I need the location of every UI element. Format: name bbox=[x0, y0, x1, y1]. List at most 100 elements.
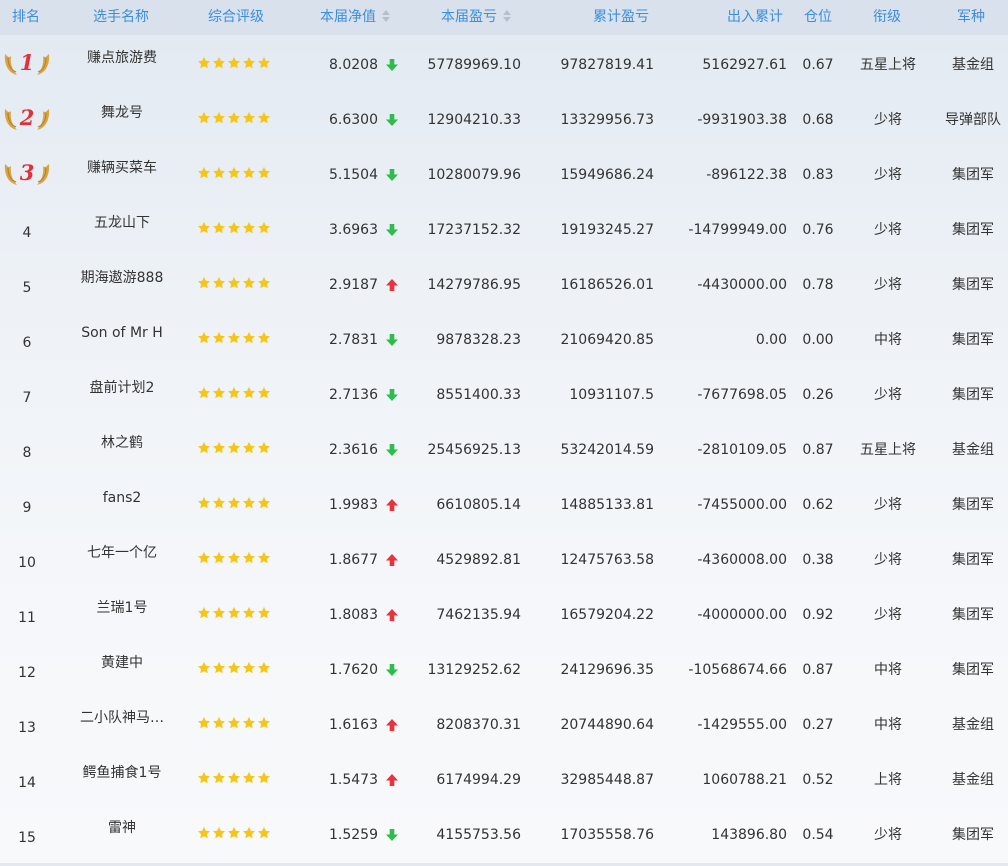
player-name[interactable]: 盘前计划2 bbox=[62, 361, 182, 416]
table-row[interactable]: 8 林之鹤 2.3616 25456925.13 53242014.59 -2810109… bbox=[0, 422, 1008, 477]
player-name[interactable]: 五龙山下 bbox=[62, 196, 182, 251]
col-title-header: 衔级 bbox=[873, 9, 901, 25]
rank-value: 3 bbox=[19, 160, 35, 185]
star-icon bbox=[197, 770, 212, 786]
player-name[interactable]: fans2 bbox=[62, 471, 182, 526]
player-name[interactable]: Son of Mr H bbox=[62, 306, 182, 361]
corps-value: 集团军 bbox=[952, 277, 994, 293]
player-name[interactable]: 赚辆买菜车 bbox=[62, 141, 182, 196]
star-icon bbox=[197, 165, 212, 181]
title-value: 少将 bbox=[874, 827, 902, 843]
player-name[interactable]: 舞龙号 bbox=[62, 86, 182, 141]
col-net-flow-header: 出入累计 bbox=[727, 9, 783, 25]
star-icon bbox=[257, 220, 272, 236]
rank-value: 13 bbox=[18, 720, 36, 736]
title-value: 五星上将 bbox=[860, 57, 916, 73]
rating-stars bbox=[197, 476, 275, 531]
player-name[interactable]: 鳄鱼捕食1号 bbox=[62, 746, 182, 801]
corps-value: 基金组 bbox=[952, 442, 994, 458]
rank-value: 11 bbox=[18, 610, 36, 626]
current-pnl-value: 12904210.33 bbox=[427, 112, 521, 128]
net-flow-value: -2810109.05 bbox=[697, 442, 787, 458]
player-name[interactable]: 二小队神马… bbox=[62, 691, 182, 746]
player-name[interactable]: 林之鹤 bbox=[62, 416, 182, 471]
rating-stars bbox=[197, 586, 275, 641]
player-name[interactable]: 赚点旅游费 bbox=[62, 31, 182, 86]
table-row[interactable]: 12 黄建中 1.7620 13129252.62 24129696.35 -105686… bbox=[0, 642, 1008, 697]
table-row[interactable]: 9 fans2 1.9983 6610805.14 14885133.81 -745500… bbox=[0, 477, 1008, 532]
star-icon bbox=[242, 550, 257, 566]
position-value: 0.54 bbox=[802, 827, 834, 843]
rank-value: 5 bbox=[22, 280, 32, 296]
cumulative-pnl-value: 12475763.58 bbox=[560, 552, 654, 568]
col-nav-header[interactable]: 本届净值 bbox=[320, 0, 390, 35]
table-row[interactable]: 10 七年一个亿 1.8677 4529892.81 12475763.58 -43600… bbox=[0, 532, 1008, 587]
table-row[interactable]: 11 兰瑞1号 1.8083 7462135.94 16579204.22 -400000… bbox=[0, 587, 1008, 642]
rating-stars bbox=[197, 751, 275, 806]
player-name[interactable]: 七年一个亿 bbox=[62, 526, 182, 581]
corps-value: 集团军 bbox=[952, 552, 994, 568]
star-icon bbox=[242, 495, 257, 511]
table-row[interactable]: 7 盘前计划2 2.7136 8551400.33 10931107.5 -7677698… bbox=[0, 367, 1008, 422]
table-row[interactable]: 2 舞龙号 6.6300 12904210.33 13329956.73 -9931903… bbox=[0, 92, 1008, 147]
current-pnl-value: 17237152.32 bbox=[427, 222, 521, 238]
cumulative-pnl-value: 16186526.01 bbox=[560, 277, 654, 293]
table-row[interactable]: 15 雷神 1.5259 4155753.56 17035558.76 143896.80… bbox=[0, 807, 1008, 862]
title-value: 少将 bbox=[874, 552, 902, 568]
current-pnl-value: 13129252.62 bbox=[427, 662, 521, 678]
table-row[interactable]: 3 赚辆买菜车 5.1504 10280079.96 15949686.24 -89612… bbox=[0, 147, 1008, 202]
rank-value: 15 bbox=[18, 830, 36, 846]
current-pnl-value: 8208370.31 bbox=[436, 717, 521, 733]
table-row[interactable]: 13 二小队神马… 1.6163 8208370.31 20744890.64 -1429… bbox=[0, 697, 1008, 752]
cumulative-pnl-value: 24129696.35 bbox=[560, 662, 654, 678]
star-icon bbox=[197, 825, 212, 841]
net-flow-value: 0.00 bbox=[755, 332, 787, 348]
arrow-down-icon bbox=[385, 313, 401, 368]
player-name[interactable]: 黄建中 bbox=[62, 636, 182, 691]
table-row[interactable]: 1 赚点旅游费 8.0208 57789969.10 97827819.41 516292… bbox=[0, 37, 1008, 92]
corps-value: 集团军 bbox=[952, 167, 994, 183]
star-icon bbox=[242, 220, 257, 236]
arrow-up-icon bbox=[385, 698, 401, 753]
table-row[interactable]: 6 Son of Mr H 2.7831 9878328.23 21069420.85 0… bbox=[0, 312, 1008, 367]
player-name[interactable]: 期海遨游888 bbox=[62, 251, 182, 306]
rank-cell: 13 bbox=[0, 701, 54, 756]
star-icon bbox=[212, 330, 227, 346]
sort-icon[interactable] bbox=[503, 10, 511, 22]
star-icon bbox=[212, 165, 227, 181]
star-icon bbox=[242, 660, 257, 676]
table-row[interactable]: 4 五龙山下 3.6963 17237152.32 19193245.27 -147999… bbox=[0, 202, 1008, 257]
net-flow-value: 1060788.21 bbox=[702, 772, 787, 788]
table-row[interactable]: 14 鳄鱼捕食1号 1.5473 6174994.29 32985448.87 10607… bbox=[0, 752, 1008, 807]
star-icon bbox=[227, 55, 242, 71]
cumulative-pnl-value: 13329956.73 bbox=[560, 112, 654, 128]
rating-stars bbox=[197, 421, 275, 476]
star-icon bbox=[257, 440, 272, 456]
rating-stars bbox=[197, 806, 275, 861]
col-current-pnl-header[interactable]: 本届盈亏 bbox=[441, 0, 511, 35]
rank-medal-icon: 3 bbox=[2, 158, 52, 188]
arrow-up-icon bbox=[385, 588, 401, 643]
nav-value: 1.8677 bbox=[329, 552, 378, 568]
rank-cell: 11 bbox=[0, 591, 54, 646]
arrow-down-icon bbox=[385, 423, 401, 478]
star-icon bbox=[242, 825, 257, 841]
current-pnl-value: 10280079.96 bbox=[427, 167, 521, 183]
arrow-down-icon bbox=[385, 203, 401, 258]
rank-cell: 9 bbox=[0, 481, 54, 536]
net-flow-value: -4000000.00 bbox=[697, 607, 787, 623]
sort-icon[interactable] bbox=[382, 10, 390, 22]
star-icon bbox=[212, 660, 227, 676]
rank-cell: 5 bbox=[0, 261, 54, 316]
player-name[interactable]: 兰瑞1号 bbox=[62, 581, 182, 636]
rank-medal-icon: 2 bbox=[2, 103, 52, 133]
cumulative-pnl-value: 32985448.87 bbox=[560, 772, 654, 788]
rank-medal-icon: 1 bbox=[2, 48, 52, 78]
player-name[interactable]: 雷神 bbox=[62, 801, 182, 856]
rank-cell: 1 bbox=[0, 41, 54, 96]
star-icon bbox=[227, 495, 242, 511]
star-icon bbox=[227, 715, 242, 731]
col-corps-header: 军种 bbox=[957, 9, 985, 25]
title-value: 少将 bbox=[874, 277, 902, 293]
table-row[interactable]: 5 期海遨游888 2.9187 14279786.95 16186526.01 -443… bbox=[0, 257, 1008, 312]
